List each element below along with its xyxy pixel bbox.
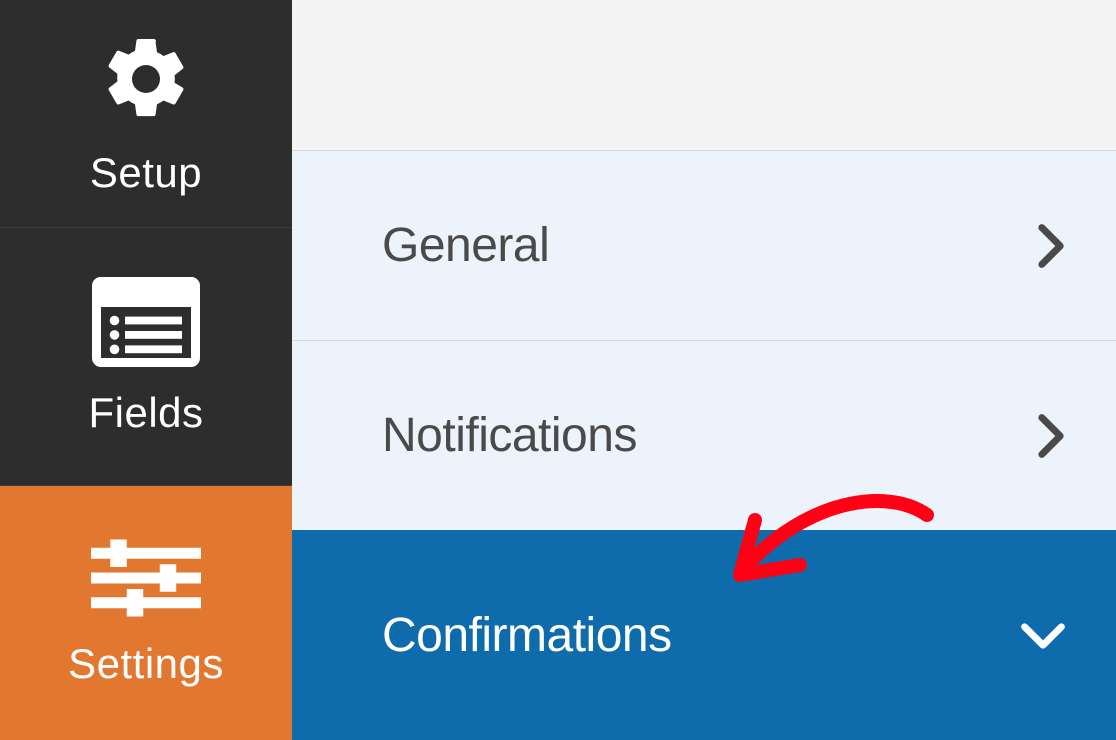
sidebar-item-settings[interactable]: Settings: [0, 486, 292, 740]
chevron-down-icon: [1020, 621, 1066, 651]
settings-panel: General Notifications Confirmations: [292, 0, 1116, 740]
settings-row-label: Confirmations: [382, 608, 672, 663]
panel-header-spacer: [292, 0, 1116, 150]
sidebar-item-setup[interactable]: Setup: [0, 0, 292, 228]
sidebar: Setup Fields: [0, 0, 292, 740]
settings-row-label: Notifications: [382, 408, 637, 463]
fields-icon: [92, 277, 200, 367]
settings-row-general[interactable]: General: [292, 150, 1116, 340]
sidebar-item-label: Setup: [90, 149, 202, 197]
sidebar-item-label: Fields: [88, 389, 203, 437]
sidebar-item-fields[interactable]: Fields: [0, 228, 292, 486]
settings-row-confirmations[interactable]: Confirmations: [292, 530, 1116, 740]
settings-row-label: General: [382, 218, 549, 273]
sidebar-item-label: Settings: [68, 640, 224, 688]
sliders-icon: [91, 538, 201, 618]
chevron-right-icon: [1036, 223, 1066, 269]
chevron-right-icon: [1036, 413, 1066, 459]
settings-row-notifications[interactable]: Notifications: [292, 340, 1116, 530]
gear-icon: [98, 31, 194, 127]
